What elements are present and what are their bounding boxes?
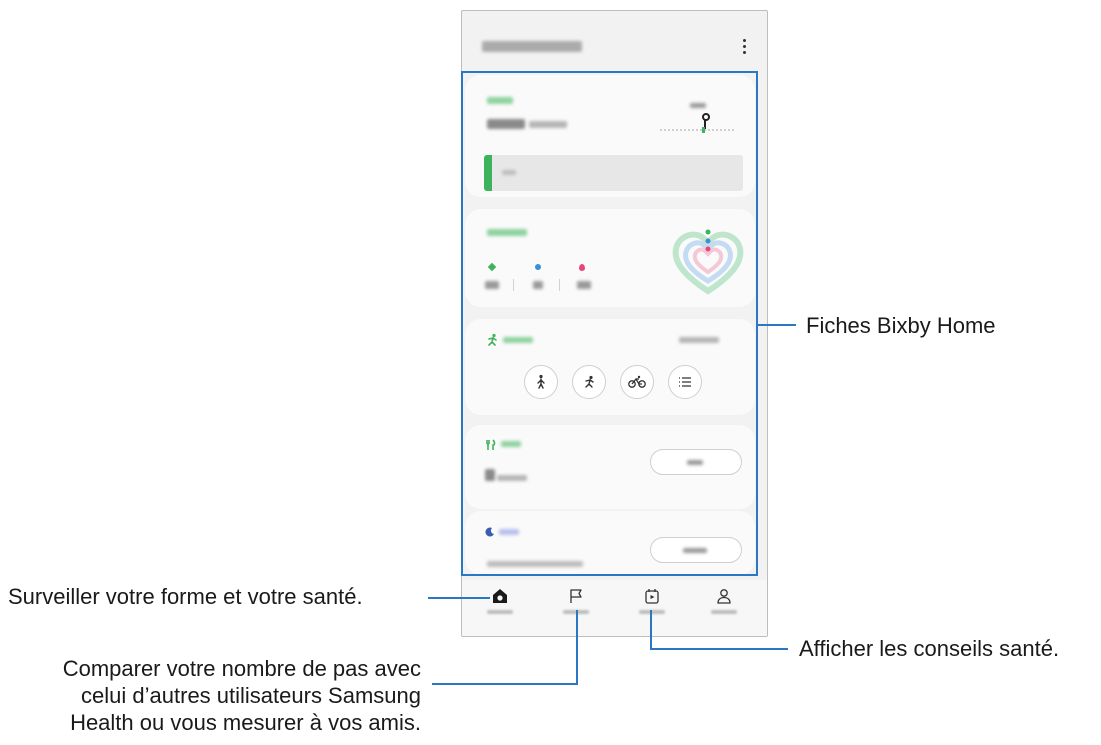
callout-line-discover-v xyxy=(650,610,652,650)
callout-home: Surveiller votre forme et votre santé. xyxy=(8,584,363,609)
callout-cards: Fiches Bixby Home xyxy=(806,313,996,338)
nav-home-label xyxy=(487,610,513,614)
nav-discover-label xyxy=(639,610,665,614)
app-header xyxy=(462,11,767,75)
nav-home[interactable] xyxy=(480,588,520,628)
callout-discover: Afficher les conseils santé. xyxy=(799,636,1060,661)
nav-profile-label xyxy=(711,610,737,614)
callout-line-discover-h xyxy=(650,648,788,650)
callout-together-3: Health ou vous mesurer à vos amis. xyxy=(70,710,421,735)
callout-line-together-h xyxy=(432,683,578,685)
nav-profile[interactable] xyxy=(704,588,744,628)
app-title xyxy=(482,41,582,52)
bixby-cards-highlight xyxy=(461,71,758,576)
nav-discover[interactable] xyxy=(632,588,672,628)
callout-line-home xyxy=(428,597,490,599)
callout-together-1: Comparer votre nombre de pas avec xyxy=(62,656,421,681)
callout-together-2: celui d’autres utilisateurs Samsung xyxy=(81,683,421,708)
callout-line-together-v xyxy=(576,610,578,685)
callout-line-cards xyxy=(758,324,796,326)
home-icon xyxy=(493,589,507,603)
more-vertical-icon[interactable] xyxy=(741,39,747,57)
play-calendar-icon xyxy=(645,589,659,604)
flag-icon xyxy=(570,589,582,603)
bottom-navigation xyxy=(462,580,767,636)
person-icon xyxy=(717,589,731,604)
